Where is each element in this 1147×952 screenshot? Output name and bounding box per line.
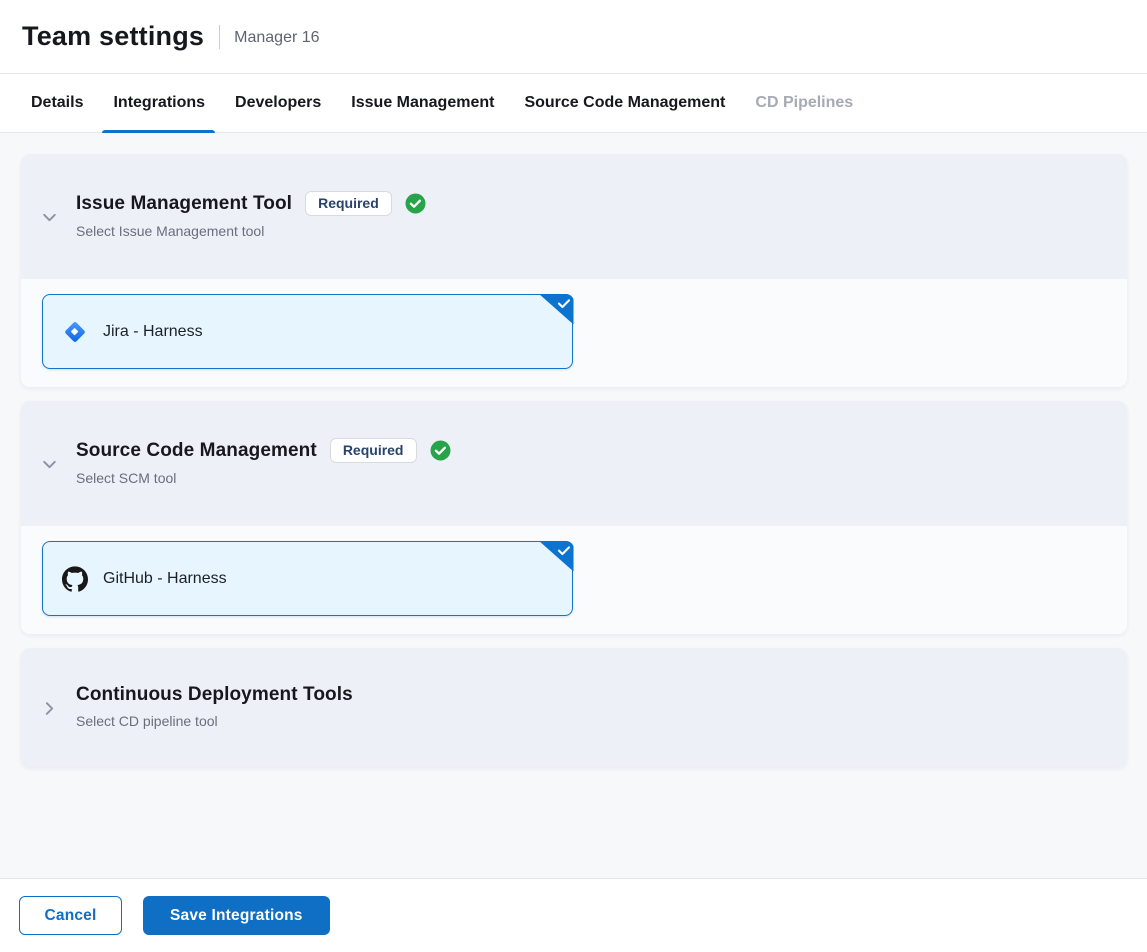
tool-label: GitHub - Harness [103, 570, 227, 588]
section-issue-management-header[interactable]: Issue Management Tool Required Select Is… [21, 154, 1127, 279]
save-integrations-button[interactable]: Save Integrations [143, 896, 330, 935]
tool-card-jira[interactable]: Jira - Harness [42, 294, 573, 369]
chevron-down-icon [41, 456, 58, 473]
cancel-button[interactable]: Cancel [19, 896, 122, 935]
check-circle-icon [430, 440, 451, 461]
tab-developers[interactable]: Developers [235, 74, 321, 133]
integrations-panel: Issue Management Tool Required Select Is… [0, 133, 1147, 878]
chevron-down-icon [41, 209, 58, 226]
section-source-code-management: Source Code Management Required Select S… [21, 401, 1127, 634]
tab-bar: Details Integrations Developers Issue Ma… [0, 74, 1147, 133]
tab-integrations[interactable]: Integrations [113, 74, 205, 133]
section-scm-header[interactable]: Source Code Management Required Select S… [21, 401, 1127, 526]
footer-action-bar: Cancel Save Integrations [0, 878, 1147, 952]
selected-check-ribbon [539, 541, 574, 572]
check-circle-icon [405, 193, 426, 214]
page-title: Team settings [22, 21, 204, 52]
section-continuous-deployment-tools: Continuous Deployment Tools Select CD pi… [21, 648, 1127, 767]
title-separator [219, 25, 220, 49]
tab-cd-pipelines: CD Pipelines [755, 74, 853, 133]
required-badge: Required [330, 438, 417, 463]
section-scm-body: GitHub - Harness [21, 526, 1127, 634]
tool-label: Jira - Harness [103, 323, 203, 341]
chevron-right-icon [41, 700, 58, 717]
section-issue-management-body: Jira - Harness [21, 279, 1127, 387]
github-icon [62, 566, 88, 592]
jira-icon [62, 319, 88, 345]
required-badge: Required [305, 191, 392, 216]
section-cd-header[interactable]: Continuous Deployment Tools Select CD pi… [21, 648, 1127, 767]
team-settings-page: Team settings Manager 16 Details Integra… [0, 0, 1147, 952]
tab-issue-management[interactable]: Issue Management [351, 74, 494, 133]
tool-card-github[interactable]: GitHub - Harness [42, 541, 573, 616]
tab-details[interactable]: Details [31, 74, 83, 133]
section-issue-management-tool: Issue Management Tool Required Select Is… [21, 154, 1127, 387]
section-title: Issue Management Tool [76, 193, 292, 215]
section-subtitle: Select CD pipeline tool [76, 713, 353, 729]
page-subtitle: Manager 16 [234, 27, 319, 47]
page-header: Team settings Manager 16 [0, 0, 1147, 74]
selected-check-ribbon [539, 294, 574, 325]
section-title: Source Code Management [76, 440, 317, 462]
section-title: Continuous Deployment Tools [76, 684, 353, 706]
tab-source-code-management[interactable]: Source Code Management [524, 74, 725, 133]
section-subtitle: Select SCM tool [76, 470, 451, 486]
section-subtitle: Select Issue Management tool [76, 223, 426, 239]
